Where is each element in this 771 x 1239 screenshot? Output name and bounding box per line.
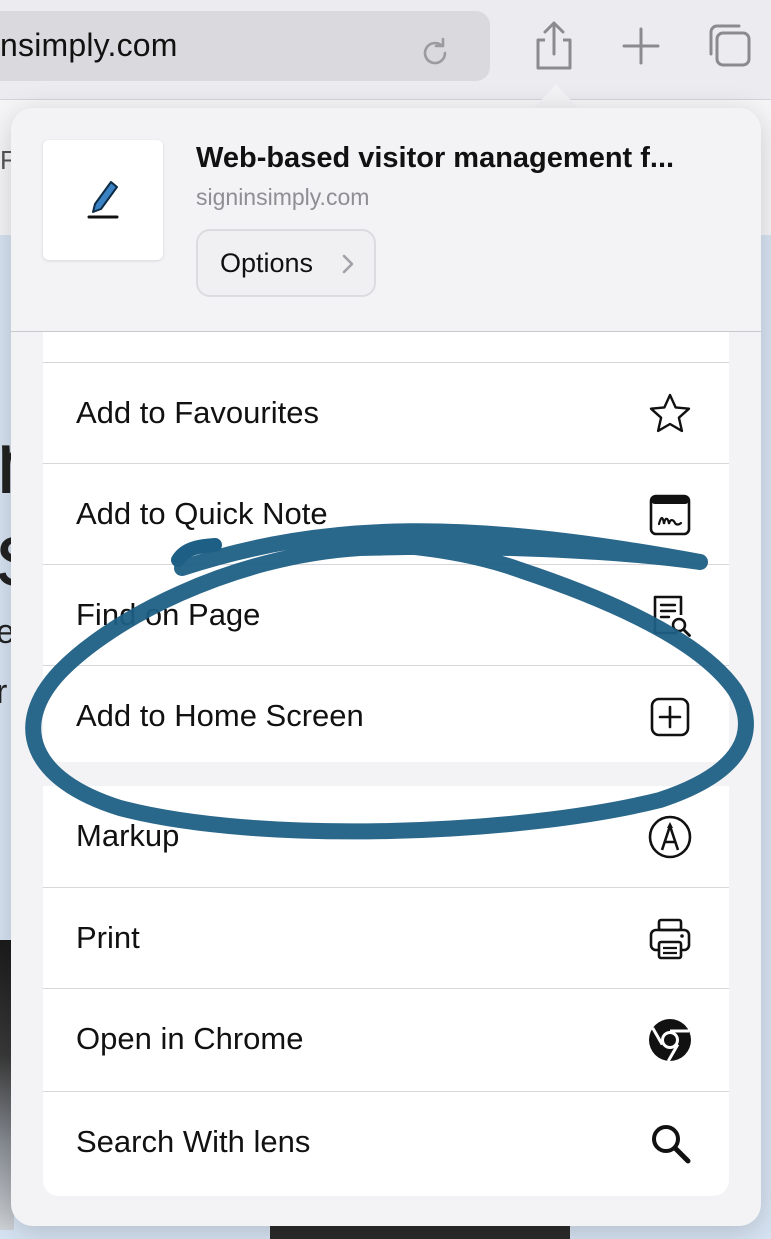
page-title: Web-based visitor management f... bbox=[196, 142, 675, 174]
action-find-on-page[interactable]: Find on Page bbox=[43, 564, 729, 665]
popover-arrow bbox=[534, 84, 578, 108]
find-on-page-icon bbox=[653, 595, 691, 637]
reload-icon[interactable] bbox=[418, 36, 452, 70]
page-thumbnail bbox=[43, 140, 163, 260]
address-bar[interactable]: nsimply.com bbox=[0, 11, 490, 81]
tabs-icon[interactable] bbox=[705, 20, 753, 72]
action-label: Search With lens bbox=[76, 1124, 311, 1159]
action-search-with-lens[interactable]: Search With lens bbox=[43, 1091, 729, 1192]
share-sheet: Web-based visitor management f... signin… bbox=[11, 108, 761, 1226]
share-icon[interactable] bbox=[530, 20, 578, 72]
action-label: Open in Chrome bbox=[76, 1021, 304, 1056]
screen: F n s e r nsimply.com bbox=[0, 0, 771, 1239]
chrome-icon bbox=[649, 1019, 691, 1062]
action-add-to-quick-note[interactable]: Add to Quick Note bbox=[43, 463, 729, 564]
pen-logo-icon bbox=[87, 181, 119, 219]
action-label: Find on Page bbox=[76, 597, 261, 632]
markup-icon bbox=[648, 815, 692, 859]
page-image bbox=[270, 1225, 570, 1239]
action-add-to-favourites[interactable]: Add to Favourites bbox=[43, 362, 729, 463]
action-label: Add to Favourites bbox=[76, 395, 319, 430]
plus-icon[interactable] bbox=[617, 20, 665, 72]
magnifier-icon bbox=[652, 1125, 691, 1164]
browser-toolbar: nsimply.com bbox=[0, 0, 771, 100]
action-label: Print bbox=[76, 920, 140, 955]
address-text[interactable]: nsimply.com bbox=[0, 27, 178, 64]
options-label: Options bbox=[220, 247, 314, 278]
action-print[interactable]: Print bbox=[43, 887, 729, 988]
page-text-fragment: r bbox=[0, 673, 8, 711]
quick-note-icon bbox=[649, 494, 691, 536]
star-icon bbox=[649, 393, 691, 433]
action-label: Markup bbox=[76, 818, 180, 853]
action-markup[interactable]: Markup bbox=[43, 786, 729, 887]
add-square-icon bbox=[650, 697, 690, 737]
chevron-right-icon bbox=[342, 254, 354, 274]
printer-icon bbox=[649, 918, 691, 960]
options-button[interactable]: Options bbox=[196, 229, 376, 297]
page-domain: signinsimply.com bbox=[196, 184, 370, 210]
action-open-in-chrome[interactable]: Open in Chrome bbox=[43, 988, 729, 1089]
action-list: Add to Favourites Add to Quick Note Find… bbox=[43, 332, 729, 1196]
section-separator bbox=[43, 762, 729, 786]
action-label: Add to Home Screen bbox=[76, 698, 364, 733]
action-label: Add to Quick Note bbox=[76, 496, 328, 531]
action-add-to-home-screen[interactable]: Add to Home Screen bbox=[43, 665, 729, 766]
share-sheet-header: Web-based visitor management f... signin… bbox=[11, 108, 761, 332]
